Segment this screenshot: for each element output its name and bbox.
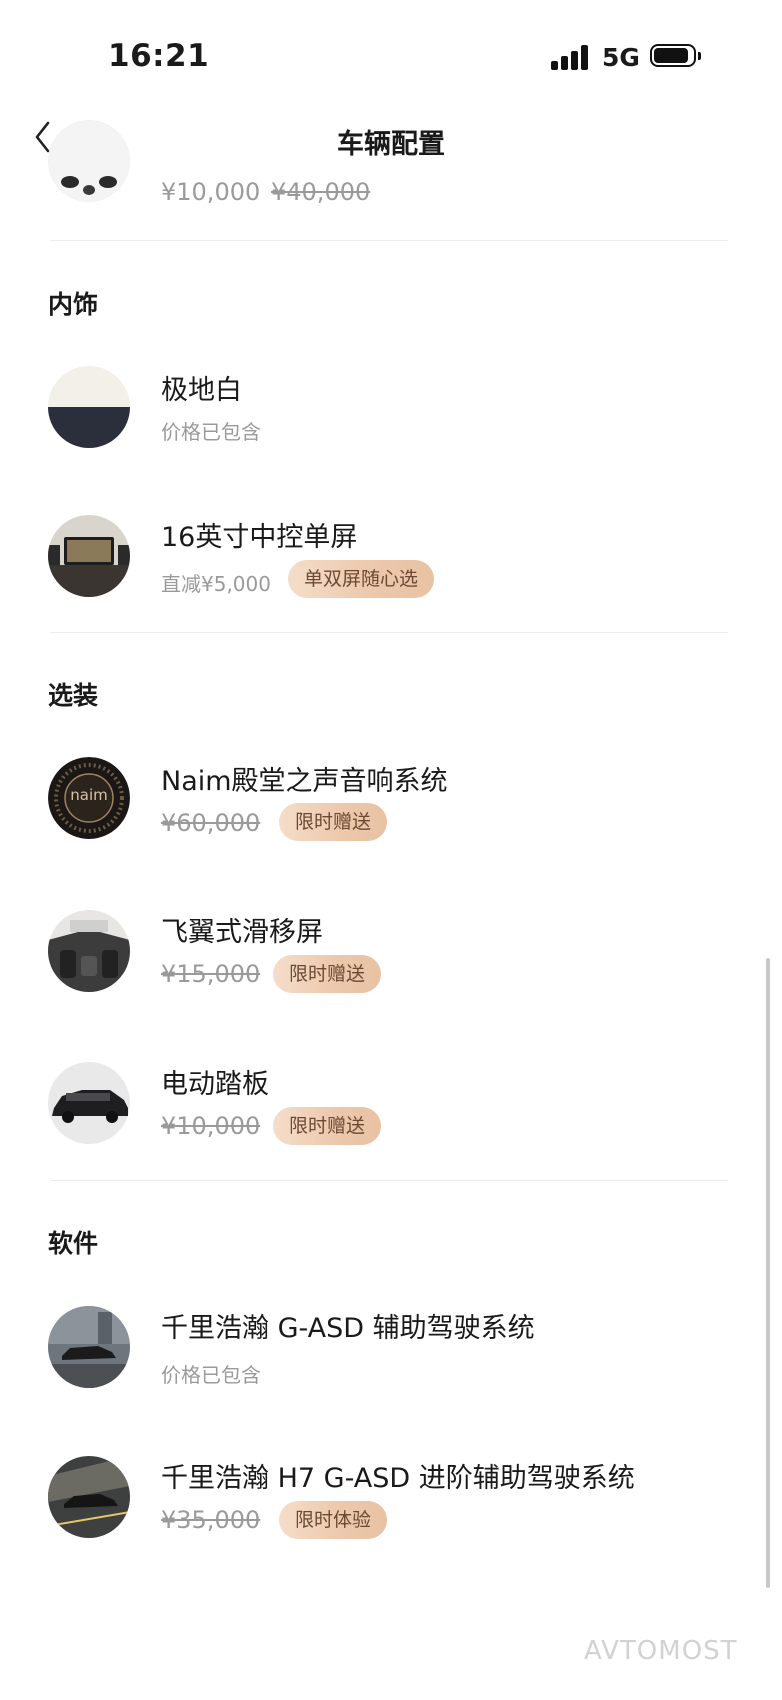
watermark: AVTOMOST — [584, 1636, 738, 1666]
option-item-power-step[interactable]: 电动踏板 ¥10,000 限时赠送 — [0, 1062, 782, 1162]
cabin-thumbnail — [48, 910, 130, 992]
promo-tag: 限时赠送 — [273, 955, 382, 993]
item-price-note: 直减¥5,000 — [161, 572, 271, 596]
item-price-note: 价格已包含 — [161, 420, 261, 444]
promo-tag: 单双屏随心选 — [288, 560, 435, 598]
wheel-original-price: ¥40,000 — [271, 178, 371, 206]
item-name: 电动踏板 — [161, 1069, 269, 1100]
interior-item-polar-white[interactable]: 极地白 价格已包含 — [0, 366, 782, 466]
wheel-item[interactable]: ¥10,000 ¥40,000 — [0, 120, 782, 240]
item-original-price: ¥10,000 — [161, 1112, 261, 1140]
divider — [50, 1180, 728, 1181]
item-name: 千里浩瀚 H7 G-ASD 进阶辅助驾驶系统 — [161, 1463, 635, 1494]
divider — [50, 240, 728, 241]
item-name: Naim殿堂之声音响系统 — [161, 766, 448, 797]
battery-icon — [650, 44, 702, 69]
promo-tag: 限时体验 — [279, 1501, 388, 1539]
software-item-g-asd[interactable]: 千里浩瀚 G-ASD 辅助驾驶系统 价格已包含 — [0, 1306, 782, 1406]
wheel-price: ¥10,000 — [161, 178, 261, 206]
highway-thumbnail — [48, 1456, 130, 1538]
color-swatch — [48, 366, 130, 448]
interior-item-center-screen[interactable]: 16英寸中控单屏 直减¥5,000 单双屏随心选 — [0, 515, 782, 615]
network-type: 5G — [602, 43, 640, 72]
car-side-thumbnail — [48, 1062, 130, 1144]
section-title-options: 选装 — [48, 681, 99, 710]
driving-thumbnail — [48, 1306, 130, 1388]
promo-tag: 限时赠送 — [273, 1107, 382, 1145]
scrollbar[interactable] — [766, 958, 770, 1588]
item-name: 16英寸中控单屏 — [161, 522, 358, 553]
item-price-note: 价格已包含 — [161, 1363, 261, 1387]
item-original-price: ¥60,000 — [161, 809, 261, 837]
item-original-price: ¥35,000 — [161, 1506, 261, 1534]
item-name: 极地白 — [161, 375, 242, 406]
signal-icon — [551, 44, 591, 70]
option-item-naim-audio[interactable]: naim Naim殿堂之声音响系统 ¥60,000 限时赠送 — [0, 757, 782, 857]
naim-logo-thumbnail: naim — [48, 757, 130, 839]
item-name: 飞翼式滑移屏 — [161, 917, 323, 948]
divider — [50, 632, 728, 633]
wheel-thumbnail — [48, 120, 130, 202]
naim-logo-text: naim — [70, 786, 108, 804]
screen-thumbnail — [48, 515, 130, 597]
section-title-software: 软件 — [48, 1229, 99, 1258]
software-item-h7-g-asd[interactable]: 千里浩瀚 H7 G-ASD 进阶辅助驾驶系统 ¥35,000 限时体验 — [0, 1456, 782, 1556]
item-original-price: ¥15,000 — [161, 960, 261, 988]
clock: 16:21 — [108, 38, 210, 74]
item-name: 千里浩瀚 G-ASD 辅助驾驶系统 — [161, 1313, 535, 1344]
section-title-interior: 内饰 — [48, 290, 99, 319]
status-bar: 16:21 5G — [0, 0, 782, 110]
promo-tag: 限时赠送 — [279, 803, 388, 841]
option-item-sliding-screen[interactable]: 飞翼式滑移屏 ¥15,000 限时赠送 — [0, 910, 782, 1010]
